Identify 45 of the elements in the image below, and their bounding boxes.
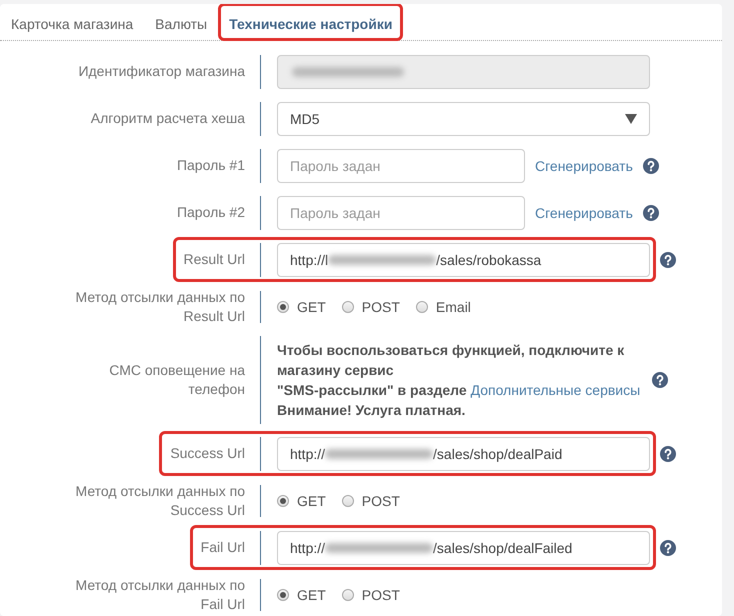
services-link[interactable]: Дополнительные сервисы xyxy=(470,382,640,398)
generate-link[interactable]: Сгенерировать xyxy=(535,158,633,174)
radio-button[interactable] xyxy=(277,494,289,506)
radio-button[interactable] xyxy=(277,588,289,600)
field-label: Метод отсылки данных по Result Url xyxy=(76,288,245,324)
tab[interactable]: Технические настройки xyxy=(220,8,402,40)
field-label: Пароль #2 xyxy=(176,204,245,220)
generate-link[interactable]: Сгенерировать xyxy=(535,204,633,220)
radio-button[interactable] xyxy=(342,494,354,506)
dropdown-arrow-icon xyxy=(625,114,637,124)
url-field[interactable]: http://l /sales/robokassa xyxy=(277,242,650,276)
radio-button[interactable] xyxy=(416,300,428,312)
radio-label: POST xyxy=(362,492,400,508)
field-label: Метод отсылки данных по Fail Url xyxy=(76,576,245,612)
field-label: Алгоритм расчета хеша xyxy=(90,110,245,126)
help-icon[interactable] xyxy=(652,372,668,388)
help-icon[interactable] xyxy=(660,446,676,462)
radio-label: GET xyxy=(297,586,326,602)
radio-button[interactable] xyxy=(277,300,289,312)
field-label: Success Url xyxy=(170,445,245,461)
tab[interactable]: Валюты xyxy=(146,8,216,40)
select-dropdown[interactable]: MD5 xyxy=(277,102,650,136)
field-label: Пароль #1 xyxy=(176,157,245,173)
radio-label: Email xyxy=(436,298,471,314)
password-field[interactable]: Пароль задан xyxy=(277,196,525,230)
url-field[interactable]: http:// /sales/shop/dealFailed xyxy=(277,530,650,564)
help-icon[interactable] xyxy=(642,158,659,174)
field-label: Result Url xyxy=(184,251,245,267)
radio-button[interactable] xyxy=(342,300,354,312)
password-field[interactable]: Пароль задан xyxy=(277,148,525,182)
help-icon[interactable] xyxy=(642,204,659,220)
radio-label: GET xyxy=(297,492,326,508)
field-label: Идентификатор магазина xyxy=(78,63,245,79)
help-icon[interactable] xyxy=(660,540,676,556)
tab[interactable]: Карточка магазина xyxy=(2,8,142,40)
radio-label: POST xyxy=(362,586,400,602)
field-label: СМС оповещение на телефон xyxy=(109,362,245,397)
help-icon[interactable] xyxy=(660,252,676,268)
field-label: Метод отсылки данных по Success Url xyxy=(76,482,245,518)
notice-text: Чтобы воспользоваться функцией, подключите к магазину сервис "SMS-рассылки" в разделе Дополнительные сервисы Внимание! Услуга платная. xyxy=(277,341,642,420)
url-field[interactable]: http:// /sales/shop/dealPaid xyxy=(277,436,650,470)
radio-label: GET xyxy=(297,298,326,314)
field-label: Fail Url xyxy=(200,539,245,555)
radio-button[interactable] xyxy=(342,588,354,600)
radio-label: POST xyxy=(362,298,400,314)
